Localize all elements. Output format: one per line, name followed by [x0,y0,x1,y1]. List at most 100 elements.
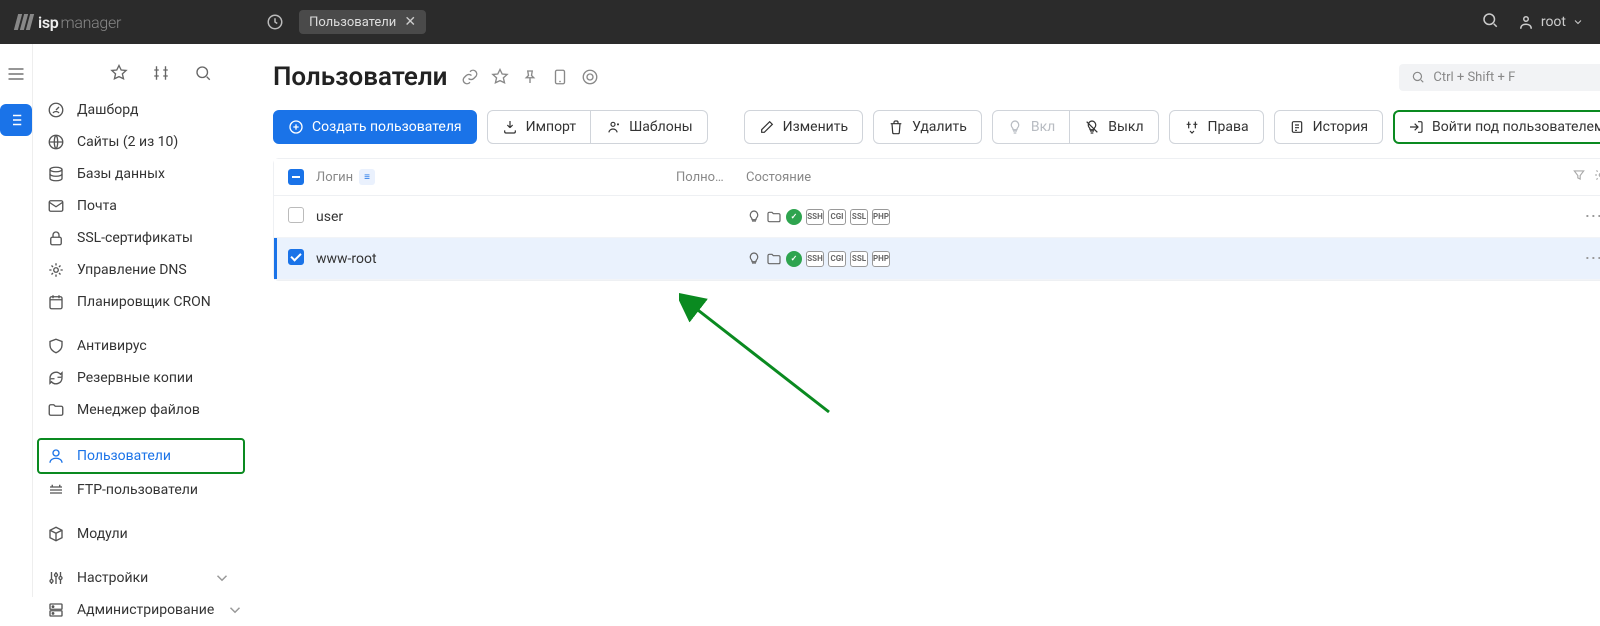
ssl-badge: SSL [850,251,868,267]
star-icon[interactable] [491,68,509,86]
table-row[interactable]: user ✓ SSH CGI SSL PHP ⋯ [274,196,1600,238]
star-icon[interactable] [110,64,128,86]
row-actions[interactable]: ⋯ [1584,248,1600,269]
sidebar-item-dashboard[interactable]: Дашборд [39,94,243,126]
row-actions[interactable]: ⋯ [1584,206,1600,227]
sidebar-highlight: Пользователи [37,438,245,474]
column-state[interactable]: Состояние [746,170,1600,185]
sidebar-item-modules[interactable]: Модули [39,518,243,550]
table-header: Логин ≡ Полно… Состояние [274,159,1600,196]
sidebar-item-files[interactable]: Менеджер файлов [39,394,243,426]
check-badge: ✓ [786,209,802,225]
page-title: Пользователи [273,62,447,92]
column-label: Логин [316,170,353,185]
top-tabs: Пользователи ✕ [261,8,426,36]
column-login[interactable]: Логин ≡ [316,169,676,185]
rail-list-icon[interactable] [0,104,32,136]
globe-icon [47,133,65,151]
enable-button[interactable]: Вкл [992,110,1070,144]
users-table: Логин ≡ Полно… Состояние user ✓ S [273,158,1600,281]
chevron-down-icon [213,569,231,587]
search-icon[interactable] [194,64,212,86]
logo[interactable]: ispmanager [16,13,121,32]
icon-rail [0,44,33,597]
pencil-icon [759,119,775,135]
sidebar-item-settings[interactable]: Настройки [39,562,243,594]
sidebar-item-antivirus[interactable]: Антивирус [39,330,243,362]
sidebar-item-label: Базы данных [77,166,165,182]
close-icon[interactable]: ✕ [404,14,416,30]
btn-label: Вкл [1031,119,1055,135]
gauge-icon [47,101,65,119]
tab-users[interactable]: Пользователи ✕ [299,10,426,34]
sidebar-item-sites[interactable]: Сайты (2 из 10) [39,126,243,158]
chevron-down-icon [1572,16,1584,28]
toolbar: Создать пользователя Импорт Шаблоны Изме… [273,110,1600,144]
sidebar-item-cron[interactable]: Планировщик CRON [39,286,243,318]
refresh-icon [47,369,65,387]
cell-login: user [316,209,676,225]
sidebar-item-backups[interactable]: Резервные копии [39,362,243,394]
sidebar-item-ftp[interactable]: FTP-пользователи [39,474,243,506]
btn-label: Шаблоны [629,119,693,135]
ssl-badge: SSL [850,209,868,225]
sidebar-item-dns[interactable]: Управление DNS [39,254,243,286]
search-icon [1411,70,1425,84]
column-label: Полно… [676,170,724,185]
trash-icon [888,119,904,135]
disable-button[interactable]: Выкл [1070,110,1158,144]
help-icon[interactable] [581,68,599,86]
pin-icon[interactable] [521,68,539,86]
btn-label: Изменить [783,119,848,135]
create-user-button[interactable]: Создать пользователя [273,110,477,144]
sort-icon[interactable]: ≡ [359,169,375,185]
sidebar-item-label: Планировщик CRON [77,294,211,310]
logo-text-light: manager [60,13,121,32]
sidebar-item-mail[interactable]: Почта [39,190,243,222]
column-fullname[interactable]: Полно… [676,170,746,185]
user-menu[interactable]: root [1517,13,1584,31]
menu-icon[interactable] [6,64,26,88]
annotation-arrow [679,292,839,422]
mail-icon [47,197,65,215]
recent-icon[interactable] [261,8,289,36]
cell-state: ✓ SSH CGI SSL PHP [746,251,1584,267]
tablet-icon[interactable] [551,68,569,86]
gear-icon[interactable] [1594,168,1600,186]
table-row[interactable]: www-root ✓ SSH CGI SSL PHP ⋯ [274,238,1600,280]
rights-button[interactable]: Права [1169,110,1264,144]
dns-icon [47,261,65,279]
search-icon[interactable] [1481,11,1499,33]
php-badge: PHP [872,209,890,225]
row-checkbox[interactable] [288,207,304,223]
select-all-checkbox[interactable] [288,169,304,185]
chevron-down-icon [226,601,244,619]
row-checkbox[interactable] [288,249,304,265]
bulb-off-icon [1084,119,1100,135]
link-icon[interactable] [461,68,479,86]
main: Дашборд Сайты (2 из 10) Базы данных Почт… [0,44,1600,597]
import-icon [502,119,518,135]
tab-label: Пользователи [309,15,396,30]
page-header: Пользователи Ctrl + Shift + F [273,62,1600,92]
ssh-badge: SSH [806,209,824,225]
history-button[interactable]: История [1274,110,1383,144]
delete-button[interactable]: Удалить [873,110,982,144]
sidebar-item-databases[interactable]: Базы данных [39,158,243,190]
filter-icon[interactable] [1572,168,1586,186]
login-as-button[interactable]: Войти под пользователем [1393,110,1600,144]
sidebar-item-ssl[interactable]: SSL-сертификаты [39,222,243,254]
content: Пользователи Ctrl + Shift + F Создать по… [249,44,1600,597]
sidebar-item-label: Настройки [77,570,148,586]
import-button[interactable]: Импорт [487,110,591,144]
sidebar: Дашборд Сайты (2 из 10) Базы данных Почт… [33,44,249,597]
templates-button[interactable]: Шаблоны [591,110,708,144]
btn-label: Импорт [526,119,576,135]
topbar: ispmanager Пользователи ✕ root [0,0,1600,44]
sidebar-item-users[interactable]: Пользователи [39,440,243,472]
edit-button[interactable]: Изменить [744,110,863,144]
sliders-icon [47,569,65,587]
tools-icon[interactable] [152,64,170,86]
page-search[interactable]: Ctrl + Shift + F [1399,64,1600,91]
sidebar-item-admin[interactable]: Администрирование [39,594,243,626]
